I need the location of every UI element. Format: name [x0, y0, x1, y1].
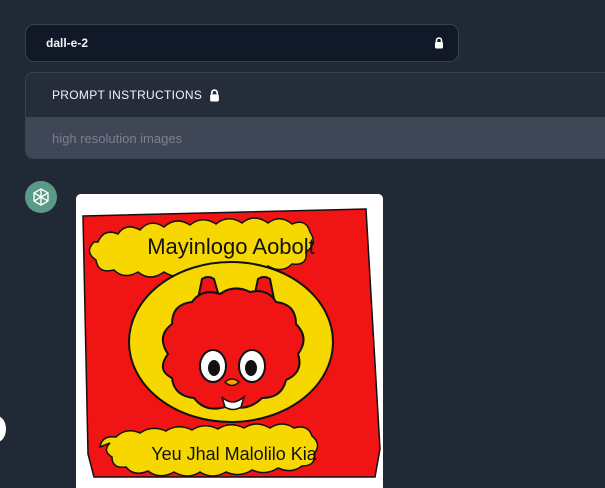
generated-image[interactable]: Mayinlogo Aobolt Yeu Jhal Malolilo Kia: [76, 194, 383, 488]
prompt-instructions-title: PROMPT INSTRUCTIONS: [52, 88, 203, 102]
assistant-avatar: [25, 181, 57, 213]
scroll-handle[interactable]: [0, 416, 6, 442]
openai-logo-icon: [33, 188, 49, 206]
prompt-instructions-header: PROMPT INSTRUCTIONS: [26, 73, 605, 117]
prompt-instructions-body: [26, 117, 605, 158]
poster-bottom-text: Yeu Jhal Malolilo Kia: [151, 444, 317, 464]
prompt-instructions-panel: PROMPT INSTRUCTIONS: [25, 72, 605, 159]
model-select-value: dall-e-2: [46, 36, 89, 50]
lock-icon: [434, 37, 444, 49]
model-select[interactable]: dall-e-2: [25, 24, 459, 62]
prompt-instructions-input[interactable]: [52, 131, 605, 146]
poster-top-text: Mayinlogo Aobolt: [147, 234, 315, 259]
lock-icon: [209, 88, 220, 102]
